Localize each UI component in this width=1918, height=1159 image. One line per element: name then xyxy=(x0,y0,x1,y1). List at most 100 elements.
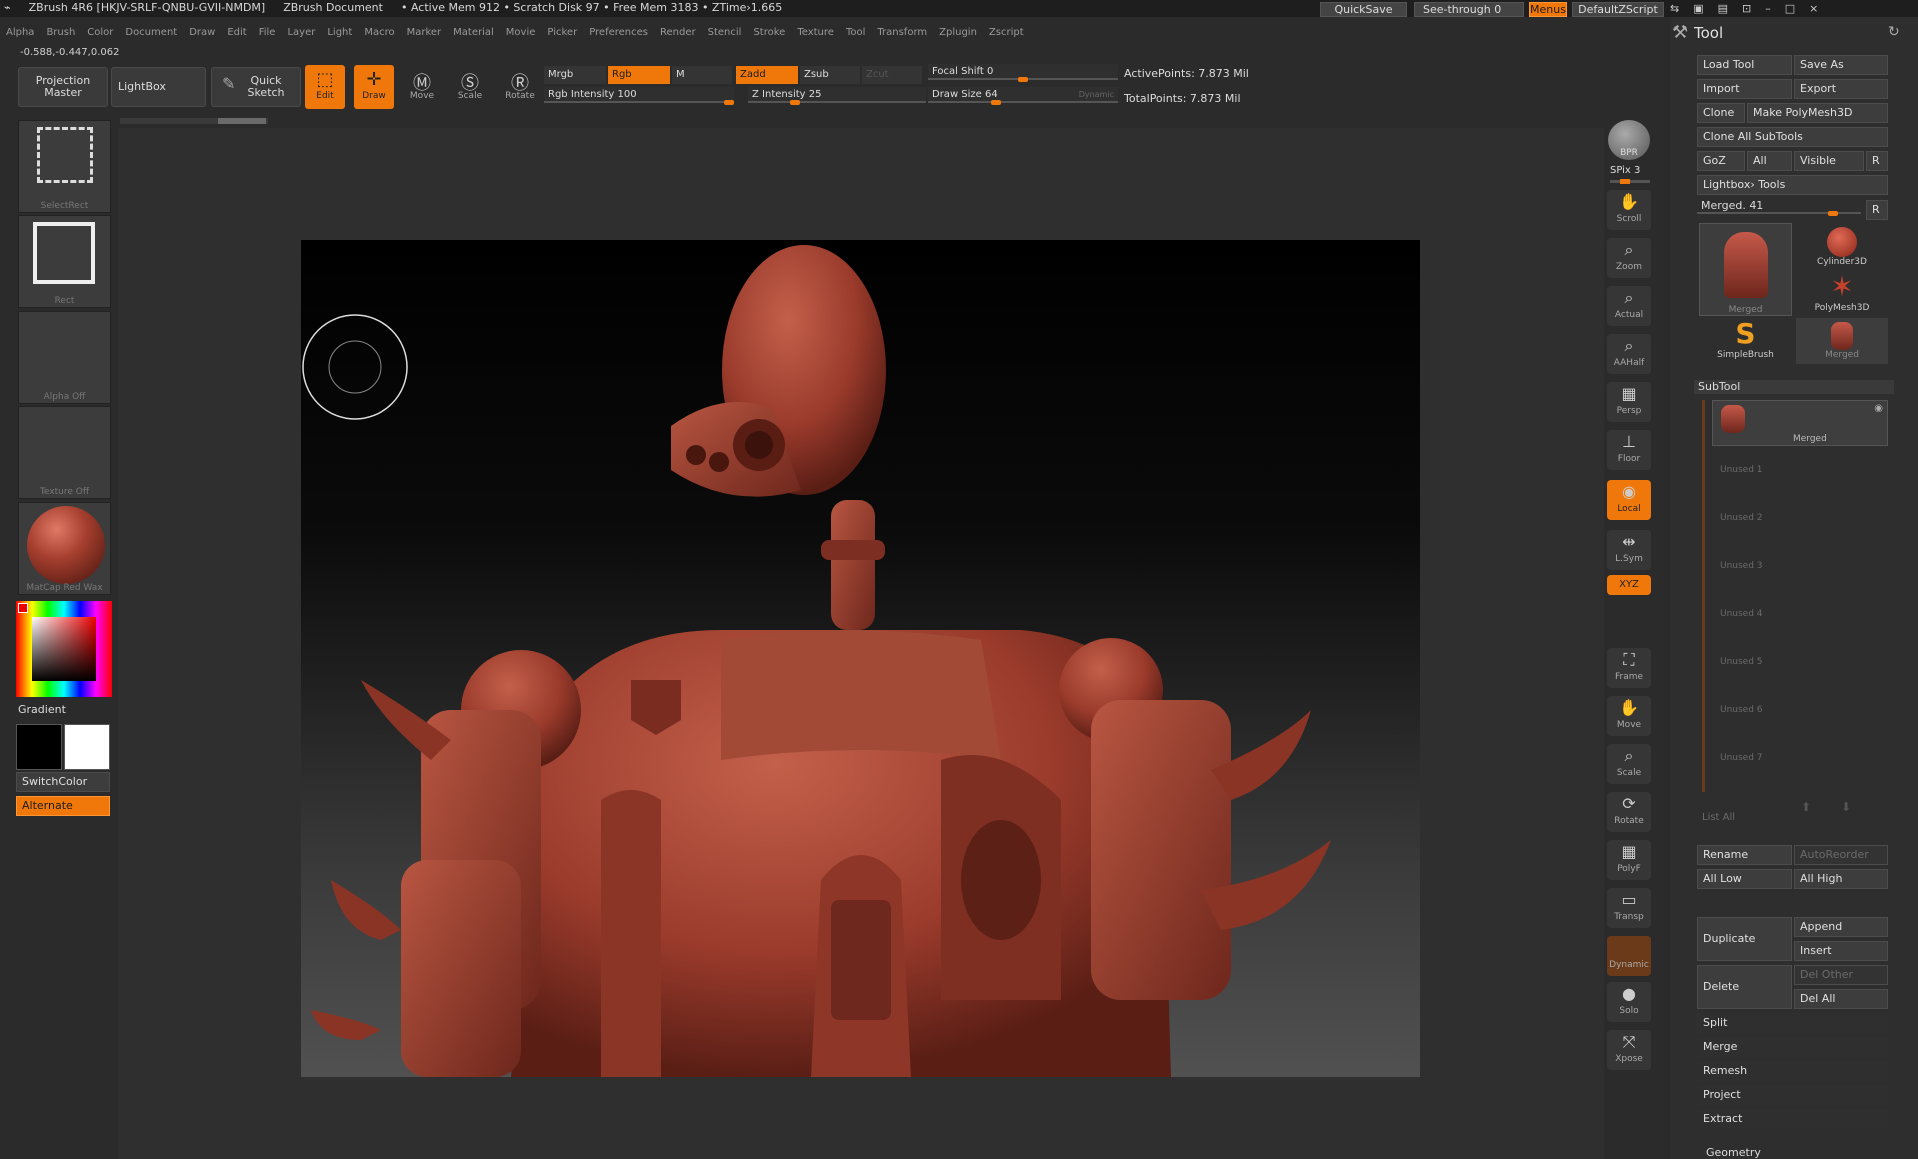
menu-macro[interactable]: Macro xyxy=(364,27,394,38)
slider-knob[interactable] xyxy=(1827,211,1838,216)
geometry-header[interactable]: Geometry xyxy=(1706,1146,1761,1159)
split-button[interactable]: Split xyxy=(1697,1013,1888,1033)
see-through-slider[interactable]: See-through 0 xyxy=(1414,2,1524,17)
move-button[interactable]: Ⓜ Move xyxy=(402,65,442,109)
subtool-slot-7[interactable]: Unused 7 xyxy=(1720,753,1763,763)
export-button[interactable]: Export xyxy=(1794,79,1888,99)
scroll-button[interactable]: ✋ Scroll xyxy=(1607,190,1651,230)
down-arrow-icon[interactable]: ⬇ xyxy=(1841,800,1881,814)
all-low-button[interactable]: All Low xyxy=(1697,869,1792,889)
spix-slider[interactable]: SPix 3 xyxy=(1610,165,1640,176)
del-all-button[interactable]: Del All xyxy=(1794,989,1888,1009)
del-other-button[interactable]: Del Other xyxy=(1794,965,1888,985)
switch-color-button[interactable]: SwitchColor xyxy=(16,772,110,792)
draw-size-slider[interactable]: Draw Size 64 Dynamic xyxy=(928,87,1118,105)
persp-button[interactable]: ▦ Persp xyxy=(1607,382,1651,422)
bpr-button[interactable]: BPR xyxy=(1608,120,1650,160)
goz-visible-button[interactable]: Visible xyxy=(1794,151,1864,171)
goz-button[interactable]: GoZ xyxy=(1697,151,1745,171)
quicksave-button[interactable]: QuickSave xyxy=(1320,2,1407,17)
solo-button[interactable]: ● Solo xyxy=(1607,982,1651,1022)
scale-button[interactable]: ⌕ Scale xyxy=(1607,744,1651,784)
autoreorder-button[interactable]: AutoReorder xyxy=(1794,845,1888,865)
duplicate-button[interactable]: Duplicate xyxy=(1697,917,1792,961)
secondary-color-swatch[interactable] xyxy=(64,724,110,770)
frame-button[interactable]: ⛶ Frame xyxy=(1607,648,1651,688)
subtool-slot-6[interactable]: Unused 6 xyxy=(1720,705,1763,715)
menu-layer[interactable]: Layer xyxy=(287,27,315,38)
rotate-button[interactable]: ⟳ Rotate xyxy=(1607,792,1651,832)
refresh-icon[interactable]: ↻ xyxy=(1888,24,1900,40)
menu-file[interactable]: File xyxy=(259,27,276,38)
menu-draw[interactable]: Draw xyxy=(189,27,215,38)
layout-icon[interactable]: ▣ xyxy=(1693,2,1717,15)
color-square[interactable] xyxy=(32,617,96,681)
top-scroll-thumb[interactable] xyxy=(218,118,266,124)
goz-all-button[interactable]: All xyxy=(1747,151,1792,171)
tool-thumb-merged-2[interactable]: Merged xyxy=(1796,318,1888,364)
subtool-slot-2[interactable]: Unused 2 xyxy=(1720,513,1763,523)
local-button[interactable]: ◉ Local xyxy=(1607,480,1651,520)
menu-picker[interactable]: Picker xyxy=(547,27,577,38)
subtool-slot-3[interactable]: Unused 3 xyxy=(1720,561,1763,571)
slider-knob[interactable] xyxy=(1018,77,1028,82)
transp-button[interactable]: ▭ Transp xyxy=(1607,888,1651,928)
tool-thumb-merged[interactable]: Merged xyxy=(1699,223,1792,316)
slider-knob[interactable] xyxy=(991,100,1001,105)
layout2-icon[interactable]: ▤ xyxy=(1718,2,1742,15)
top-scroll-track[interactable] xyxy=(120,118,268,124)
quick-sketch-button[interactable]: ✎ Quick Sketch xyxy=(211,67,301,107)
project-button[interactable]: Project xyxy=(1697,1085,1888,1105)
material-thumb[interactable]: MatCap Red Wax xyxy=(18,502,111,595)
menu-movie[interactable]: Movie xyxy=(506,27,536,38)
subtool-header[interactable]: SubTool xyxy=(1694,380,1894,394)
menu-material[interactable]: Material xyxy=(453,27,494,38)
alternate-button[interactable]: Alternate xyxy=(16,796,110,816)
rgb-button[interactable]: Rgb xyxy=(608,66,670,84)
projection-master-button[interactable]: Projection Master xyxy=(18,67,108,107)
eye-icon[interactable]: ◉ xyxy=(1874,403,1883,414)
import-button[interactable]: Import xyxy=(1697,79,1792,99)
menu-alpha[interactable]: Alpha xyxy=(6,27,34,38)
menu-color[interactable]: Color xyxy=(87,27,113,38)
slider-knob[interactable] xyxy=(790,100,800,105)
extract-button[interactable]: Extract xyxy=(1697,1109,1888,1129)
zoom-button[interactable]: ⌕ Zoom xyxy=(1607,238,1651,278)
menu-zplugin[interactable]: Zplugin xyxy=(939,27,977,38)
subtool-slot-5[interactable]: Unused 5 xyxy=(1720,657,1763,667)
zadd-button[interactable]: Zadd xyxy=(736,66,798,84)
all-high-button[interactable]: All High xyxy=(1794,869,1888,889)
spix-track[interactable] xyxy=(1610,179,1650,184)
main-color-swatch[interactable] xyxy=(16,724,62,770)
list-all-button[interactable]: List All xyxy=(1702,812,1735,823)
lsym-button[interactable]: ⇹ L.Sym xyxy=(1607,530,1651,570)
menu-brush[interactable]: Brush xyxy=(46,27,75,38)
dynamic-button[interactable]: Dynamic xyxy=(1607,936,1651,976)
menu-edit[interactable]: Edit xyxy=(227,27,246,38)
merge-button[interactable]: Merge xyxy=(1697,1037,1888,1057)
subtool-slot-1[interactable]: Unused 1 xyxy=(1720,465,1763,475)
menu-stroke[interactable]: Stroke xyxy=(753,27,785,38)
rgb-intensity-slider[interactable]: Rgb Intensity 100 xyxy=(544,87,734,105)
tool-thumb-cylinder[interactable]: Cylinder3D xyxy=(1796,223,1888,269)
xpose-button[interactable]: ⤧ Xpose xyxy=(1607,1030,1651,1070)
subtool-merged[interactable]: ◉ Merged xyxy=(1712,400,1888,446)
slider-knob[interactable] xyxy=(724,100,734,105)
make-polymesh-button[interactable]: Make PolyMesh3D xyxy=(1747,103,1888,123)
texture-thumb[interactable]: Texture Off xyxy=(18,406,111,499)
lightbox-tools-button[interactable]: Lightbox› Tools xyxy=(1697,175,1888,195)
select-rect-thumb[interactable]: SelectRect xyxy=(18,120,111,213)
mrgb-button[interactable]: Mrgb xyxy=(544,66,606,84)
delete-button[interactable]: Delete xyxy=(1697,965,1792,1009)
alpha-thumb[interactable]: Alpha Off xyxy=(18,311,111,404)
zcut-button[interactable]: Zcut xyxy=(862,66,922,84)
aahalf-button[interactable]: ⌕ AAHalf xyxy=(1607,334,1651,374)
append-button[interactable]: Append xyxy=(1794,917,1888,937)
color-picker[interactable] xyxy=(16,601,112,697)
draw-button[interactable]: ✛ Draw xyxy=(354,65,394,109)
clone-all-subtools-button[interactable]: Clone All SubTools xyxy=(1697,127,1888,147)
edit-button[interactable]: ⬚ Edit xyxy=(305,65,345,109)
menu-zscript[interactable]: Zscript xyxy=(989,27,1024,38)
lightbox-button[interactable]: LightBox xyxy=(111,67,206,107)
menu-light[interactable]: Light xyxy=(327,27,352,38)
